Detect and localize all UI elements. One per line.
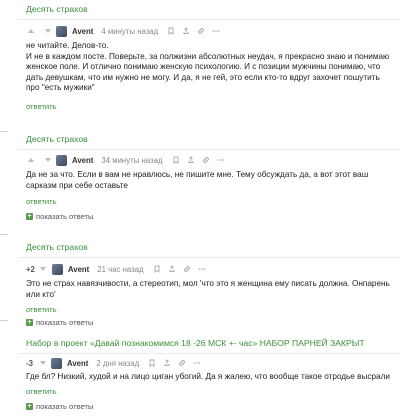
post-title-link[interactable]: Десять страхов bbox=[26, 4, 88, 14]
plus-icon: + bbox=[26, 213, 33, 220]
plus-icon: + bbox=[26, 319, 33, 326]
vote-icon[interactable] bbox=[26, 156, 35, 165]
avatar[interactable] bbox=[51, 357, 62, 369]
link-icon[interactable] bbox=[178, 359, 186, 367]
comment-meta: +2 Avent 21 час назад bbox=[26, 263, 206, 275]
author-name[interactable]: Avent bbox=[72, 156, 93, 165]
post-title-link[interactable]: Набор в проект «Давай познакомимся 18 -2… bbox=[26, 338, 365, 348]
bookmark-icon[interactable] bbox=[172, 156, 180, 164]
show-replies-label: показать ответы bbox=[36, 212, 94, 221]
divider bbox=[18, 19, 400, 20]
show-replies-button[interactable]: + показать ответы bbox=[26, 212, 93, 221]
show-replies-label: показать ответы bbox=[36, 402, 94, 411]
comment-meta: -3 Avent 2 дня назад bbox=[26, 357, 201, 369]
timestamp: 34 минуты назад bbox=[101, 155, 163, 165]
comment-actions bbox=[172, 156, 225, 164]
reply-link[interactable]: ответить bbox=[26, 197, 57, 206]
share-icon[interactable] bbox=[168, 265, 176, 273]
timestamp: 21 час назад bbox=[97, 264, 144, 274]
share-icon[interactable] bbox=[182, 27, 190, 35]
downvote-icon[interactable] bbox=[38, 359, 47, 368]
more-icon[interactable] bbox=[212, 27, 220, 35]
link-icon[interactable] bbox=[202, 156, 210, 164]
comment: Десять страхов Avent 4 минуты назад не ч… bbox=[0, 0, 400, 125]
comment-actions bbox=[167, 27, 220, 35]
link-icon[interactable] bbox=[183, 265, 191, 273]
reply-link[interactable]: ответить bbox=[26, 305, 57, 314]
author-name[interactable]: Avent bbox=[67, 359, 88, 368]
show-replies-button[interactable]: + показать ответы bbox=[26, 318, 93, 327]
share-icon[interactable] bbox=[163, 359, 171, 367]
bookmark-icon[interactable] bbox=[167, 27, 175, 35]
divider bbox=[18, 257, 400, 258]
comment: Десять страхов +2 Avent 21 час назад Это… bbox=[0, 238, 400, 328]
avatar[interactable] bbox=[56, 25, 67, 37]
downvote-icon[interactable] bbox=[43, 156, 52, 165]
show-replies-label: показать ответы bbox=[36, 318, 94, 327]
timestamp: 2 дня назад bbox=[96, 358, 140, 368]
reply-link[interactable]: ответить bbox=[26, 102, 57, 111]
vote-count: +2 bbox=[26, 264, 35, 274]
vote-count: -3 bbox=[26, 358, 33, 368]
bookmark-icon[interactable] bbox=[153, 265, 161, 273]
downvote-icon[interactable] bbox=[43, 27, 52, 36]
timestamp: 4 минуты назад bbox=[101, 26, 159, 36]
avatar[interactable] bbox=[51, 263, 63, 275]
downvote-icon[interactable] bbox=[39, 265, 48, 274]
comment-meta: Avent 4 минуты назад bbox=[26, 25, 220, 37]
more-icon[interactable] bbox=[198, 265, 206, 273]
comment-text: Да не за что. Если в вам не нравлюсь, не… bbox=[26, 170, 369, 190]
more-icon[interactable] bbox=[193, 359, 201, 367]
comment-actions bbox=[148, 359, 201, 367]
avatar[interactable] bbox=[56, 154, 67, 166]
author-name[interactable]: Avent bbox=[68, 265, 89, 274]
show-replies-button[interactable]: + показать ответы bbox=[26, 402, 93, 411]
comment-text: не читайте. Делов-то. И не в каждом пост… bbox=[26, 41, 390, 93]
bookmark-icon[interactable] bbox=[148, 359, 156, 367]
comment: Десять страхов Avent 34 минуты назад Да … bbox=[0, 130, 400, 230]
more-icon[interactable] bbox=[217, 156, 225, 164]
plus-icon: + bbox=[26, 403, 33, 410]
divider bbox=[18, 353, 400, 354]
post-title-link[interactable]: Десять страхов bbox=[26, 134, 88, 144]
divider bbox=[18, 149, 400, 150]
comment-text: Где бл? Низкий, худой и на лицо циган уб… bbox=[26, 372, 390, 381]
author-name[interactable]: Avent bbox=[72, 27, 93, 36]
comment: Набор в проект «Давай познакомимся 18 -2… bbox=[0, 334, 400, 417]
reply-link[interactable]: ответить bbox=[26, 387, 57, 396]
comment-text: Это не страх навязчивости, а стереотип, … bbox=[26, 279, 390, 299]
post-title-link[interactable]: Десять страхов bbox=[26, 242, 88, 252]
vote-icon[interactable] bbox=[26, 27, 35, 36]
share-icon[interactable] bbox=[187, 156, 195, 164]
comment-meta: Avent 34 минуты назад bbox=[26, 154, 225, 166]
edge-tick bbox=[0, 234, 8, 235]
comment-actions bbox=[153, 265, 206, 273]
link-icon[interactable] bbox=[197, 27, 205, 35]
